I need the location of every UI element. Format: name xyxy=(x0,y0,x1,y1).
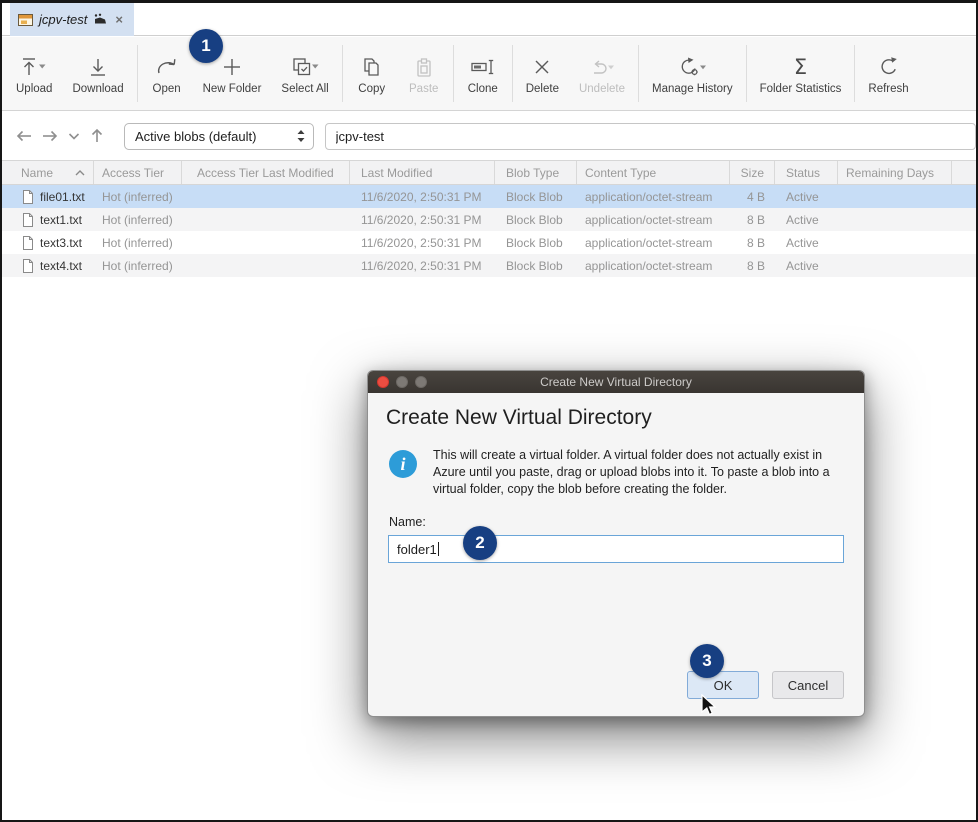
undelete-icon xyxy=(587,54,617,80)
history-chevron-icon[interactable] xyxy=(66,127,82,145)
name-label: Name: xyxy=(389,515,864,529)
select-stepper-icon xyxy=(295,128,307,144)
annotation-badge-3: 3 xyxy=(690,644,724,678)
select-all-icon xyxy=(290,54,320,80)
download-icon xyxy=(87,54,109,80)
select-all-button[interactable]: Select All xyxy=(271,37,338,110)
file-icon xyxy=(22,259,34,273)
manage-history-icon xyxy=(677,54,707,80)
file-icon xyxy=(22,213,34,227)
new-folder-icon xyxy=(221,54,243,80)
blob-view-selected-value: Active blobs (default) xyxy=(135,129,295,144)
manage-history-label: Manage History xyxy=(652,83,733,95)
copy-icon xyxy=(360,54,384,80)
create-virtual-directory-dialog: Create New Virtual Directory Create New … xyxy=(367,370,865,717)
toolbar-separator xyxy=(342,45,343,102)
upload-button[interactable]: Upload xyxy=(6,37,62,110)
folder-statistics-icon: Σ xyxy=(794,54,807,80)
blob-table: Name Access Tier Access Tier Last Modifi… xyxy=(2,160,978,277)
column-header-access-tier-last-modified[interactable]: Access Tier Last Modified xyxy=(182,161,350,184)
paste-label: Paste xyxy=(409,83,438,95)
toolbar-separator xyxy=(512,45,513,102)
toolbar: Upload Download Open New Folder Select A… xyxy=(2,37,976,111)
column-header-size[interactable]: Size xyxy=(730,161,775,184)
open-label: Open xyxy=(153,83,181,95)
toolbar-separator xyxy=(746,45,747,102)
app-window: jcpv-test × Upload Download Open New Fo xyxy=(0,0,978,822)
column-header-name[interactable]: Name xyxy=(2,161,94,184)
annotation-badge-1: 1 xyxy=(189,29,223,63)
column-header-content-type[interactable]: Content Type xyxy=(577,161,730,184)
file-icon xyxy=(22,190,34,204)
open-icon xyxy=(155,54,179,80)
tab-close-icon[interactable]: × xyxy=(115,13,123,26)
refresh-label: Refresh xyxy=(868,83,908,95)
column-header-access-tier[interactable]: Access Tier xyxy=(94,161,182,184)
table-row-text1[interactable]: text1.txt Hot (inferred) 11/6/2020, 2:50… xyxy=(2,208,978,231)
download-button[interactable]: Download xyxy=(62,37,133,110)
up-icon[interactable] xyxy=(88,127,106,145)
blob-view-selector[interactable]: Active blobs (default) xyxy=(124,123,314,150)
refresh-button[interactable]: Refresh xyxy=(858,37,918,110)
tab-bar: jcpv-test × xyxy=(2,3,976,36)
delete-icon xyxy=(531,54,553,80)
delete-label: Delete xyxy=(526,83,559,95)
forward-icon[interactable] xyxy=(40,127,60,145)
info-icon: i xyxy=(389,450,417,478)
column-header-spacer xyxy=(952,161,978,184)
paste-button: Paste xyxy=(398,37,450,110)
table-row-text3[interactable]: text3.txt Hot (inferred) 11/6/2020, 2:50… xyxy=(2,231,978,254)
container-tab-icon xyxy=(18,14,33,26)
new-folder-label: New Folder xyxy=(203,83,262,95)
copy-button[interactable]: Copy xyxy=(346,37,398,110)
sort-ascending-icon xyxy=(74,169,86,177)
manage-history-button[interactable]: Manage History xyxy=(642,37,743,110)
file-icon xyxy=(22,236,34,250)
toolbar-separator xyxy=(453,45,454,102)
dialog-info-text: This will create a virtual folder. A vir… xyxy=(433,447,844,498)
navigation-bar: Active blobs (default) xyxy=(2,112,976,160)
clone-icon xyxy=(470,54,496,80)
column-header-blob-type[interactable]: Blob Type xyxy=(495,161,577,184)
dialog-heading: Create New Virtual Directory xyxy=(386,406,864,430)
column-header-remaining-days[interactable]: Remaining Days xyxy=(838,161,952,184)
tab-title: jcpv-test xyxy=(39,12,87,27)
folder-name-input[interactable]: folder1 xyxy=(388,535,844,563)
folder-statistics-button[interactable]: Σ Folder Statistics xyxy=(750,37,852,110)
select-all-label: Select All xyxy=(281,83,328,95)
folder-name-value: folder1 xyxy=(397,542,437,557)
column-header-status[interactable]: Status xyxy=(775,161,838,184)
toolbar-separator xyxy=(854,45,855,102)
upload-label: Upload xyxy=(16,83,52,95)
undelete-button: Undelete xyxy=(569,37,635,110)
column-header-last-modified[interactable]: Last Modified xyxy=(350,161,495,184)
clone-label: Clone xyxy=(468,83,498,95)
back-icon[interactable] xyxy=(14,127,34,145)
text-caret xyxy=(438,542,439,556)
table-row-text4[interactable]: text4.txt Hot (inferred) 11/6/2020, 2:50… xyxy=(2,254,978,277)
delete-button[interactable]: Delete xyxy=(516,37,569,110)
paste-icon xyxy=(412,54,436,80)
dialog-titlebar[interactable]: Create New Virtual Directory xyxy=(368,371,864,393)
folder-statistics-label: Folder Statistics xyxy=(760,83,842,95)
mouse-cursor xyxy=(701,694,717,716)
cancel-button[interactable]: Cancel xyxy=(772,671,844,699)
table-header: Name Access Tier Access Tier Last Modifi… xyxy=(2,160,978,185)
tab-connection-icon xyxy=(93,13,108,26)
refresh-icon xyxy=(878,54,900,80)
annotation-badge-2: 2 xyxy=(463,526,497,560)
tab-jcpv-test[interactable]: jcpv-test × xyxy=(10,3,134,36)
upload-icon xyxy=(19,54,49,80)
copy-label: Copy xyxy=(358,83,385,95)
dialog-title: Create New Virtual Directory xyxy=(368,375,864,389)
toolbar-separator xyxy=(638,45,639,102)
open-button[interactable]: Open xyxy=(141,37,193,110)
download-label: Download xyxy=(72,83,123,95)
undelete-label: Undelete xyxy=(579,83,625,95)
clone-button[interactable]: Clone xyxy=(457,37,509,110)
breadcrumb-path-field[interactable] xyxy=(325,123,976,150)
toolbar-separator xyxy=(137,45,138,102)
table-row-file01[interactable]: file01.txt Hot (inferred) 11/6/2020, 2:5… xyxy=(2,185,978,208)
